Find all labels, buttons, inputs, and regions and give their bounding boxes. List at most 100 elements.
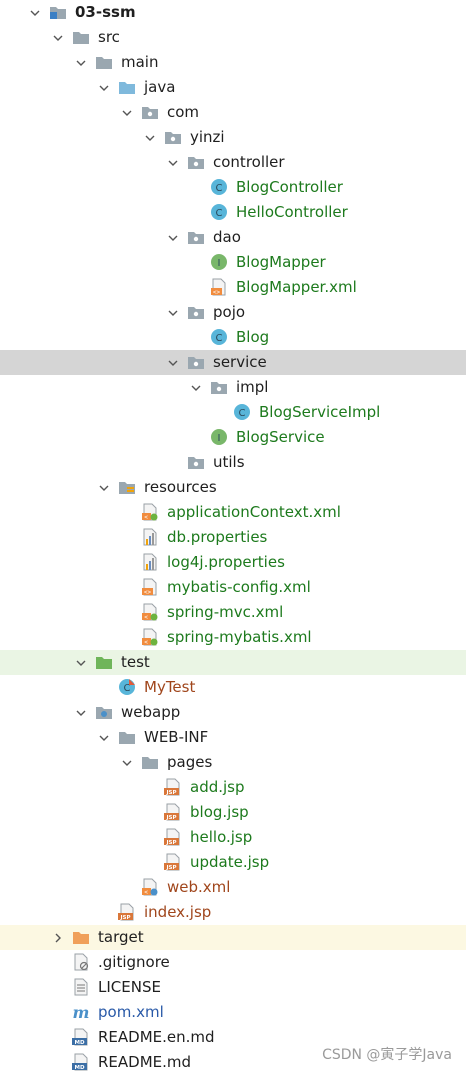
tree-node[interactable]: test <box>0 650 466 675</box>
package-icon <box>187 303 205 321</box>
chevron-down-icon[interactable] <box>120 100 134 125</box>
chevron-down-icon[interactable] <box>166 300 180 325</box>
chevron-down-icon[interactable] <box>166 350 180 375</box>
tree-node-label: blog.jsp <box>190 803 249 821</box>
java-interface-icon: I <box>210 428 228 446</box>
chevron-down-icon[interactable] <box>97 725 111 750</box>
tree-node[interactable]: < spring-mybatis.xml <box>0 625 466 650</box>
tree-node[interactable]: I BlogMapper <box>0 250 466 275</box>
chevron-down-icon[interactable] <box>189 375 203 400</box>
tree-node[interactable]: I BlogService <box>0 425 466 450</box>
tree-node[interactable]: < spring-mvc.xml <box>0 600 466 625</box>
tree-node-label: utils <box>213 453 245 471</box>
web-xml-icon: < <box>141 878 159 896</box>
chevron-down-icon[interactable] <box>74 700 88 725</box>
tree-node[interactable]: WEB-INF <box>0 725 466 750</box>
tree-node-label: target <box>98 928 144 946</box>
chevron-down-icon[interactable] <box>97 75 111 100</box>
tree-node[interactable]: .gitignore <box>0 950 466 975</box>
tree-node-label: MyTest <box>144 678 196 696</box>
svg-text:JSP: JSP <box>165 840 176 846</box>
tree-node[interactable]: utils <box>0 450 466 475</box>
maven-icon: m <box>72 1003 90 1022</box>
tree-node-label: test <box>121 653 150 671</box>
tree-node[interactable]: webapp <box>0 700 466 725</box>
tree-node[interactable]: JSP index.jsp <box>0 900 466 925</box>
tree-node[interactable]: C BlogServiceImpl <box>0 400 466 425</box>
spring-xml-icon: < <box>141 503 159 521</box>
tree-node-label: resources <box>144 478 217 496</box>
package-icon <box>187 353 205 371</box>
tree-node-label: update.jsp <box>190 853 270 871</box>
chevron-down-icon[interactable] <box>120 750 134 775</box>
tree-node[interactable]: <> mybatis-config.xml <box>0 575 466 600</box>
tree-node[interactable]: < web.xml <box>0 875 466 900</box>
tree-node[interactable]: <> BlogMapper.xml <box>0 275 466 300</box>
package-icon <box>164 128 182 146</box>
tree-node-label: dao <box>213 228 241 246</box>
jsp-file-icon: JSP <box>118 903 136 921</box>
tree-node[interactable]: yinzi <box>0 125 466 150</box>
tree-node-label: README.en.md <box>98 1028 215 1046</box>
chevron-down-icon[interactable] <box>74 650 88 675</box>
package-icon <box>187 453 205 471</box>
tree-node[interactable]: log4j.properties <box>0 550 466 575</box>
svg-text:JSP: JSP <box>119 915 130 921</box>
svg-text:I: I <box>218 258 221 269</box>
svg-text:<: < <box>144 889 148 896</box>
tree-node[interactable]: pojo <box>0 300 466 325</box>
tree-node[interactable]: service <box>0 350 466 375</box>
tree-node[interactable]: src <box>0 25 466 50</box>
properties-file-icon <box>141 528 159 546</box>
tree-node-label: BlogServiceImpl <box>259 403 381 421</box>
chevron-right-icon[interactable] <box>51 925 65 950</box>
tree-node[interactable]: JSP hello.jsp <box>0 825 466 850</box>
svg-text:<: < <box>144 639 148 646</box>
chevron-down-icon[interactable] <box>51 25 65 50</box>
excluded-folder-icon <box>72 928 90 946</box>
tree-node[interactable]: LICENSE <box>0 975 466 1000</box>
svg-text:I: I <box>218 433 221 444</box>
tree-node[interactable]: pages <box>0 750 466 775</box>
tree-node[interactable]: C Blog <box>0 325 466 350</box>
tree-node[interactable]: target <box>0 925 466 950</box>
chevron-down-icon[interactable] <box>97 475 111 500</box>
tree-node[interactable]: db.properties <box>0 525 466 550</box>
package-icon <box>210 378 228 396</box>
tree-node[interactable]: JSP blog.jsp <box>0 800 466 825</box>
tree-node-label: spring-mybatis.xml <box>167 628 312 646</box>
chevron-down-icon[interactable] <box>166 150 180 175</box>
chevron-down-icon[interactable] <box>143 125 157 150</box>
tree-node[interactable]: dao <box>0 225 466 250</box>
tree-node[interactable]: com <box>0 100 466 125</box>
svg-text:JSP: JSP <box>165 815 176 821</box>
tree-node[interactable]: main <box>0 50 466 75</box>
chevron-down-icon[interactable] <box>166 225 180 250</box>
tree-node-label: hello.jsp <box>190 828 253 846</box>
svg-text:JSP: JSP <box>165 790 176 796</box>
test-class-icon: C <box>118 678 136 696</box>
tree-node[interactable]: JSP update.jsp <box>0 850 466 875</box>
tree-node[interactable]: controller <box>0 150 466 175</box>
svg-text:<: < <box>144 514 148 521</box>
tree-node[interactable]: resources <box>0 475 466 500</box>
tree-node[interactable]: C BlogController <box>0 175 466 200</box>
chevron-down-icon[interactable] <box>74 50 88 75</box>
svg-text:<>: <> <box>213 289 221 296</box>
tree-node[interactable]: m pom.xml <box>0 1000 466 1025</box>
jsp-file-icon: JSP <box>164 853 182 871</box>
tree-node[interactable]: 03-ssm <box>0 0 466 25</box>
tree-node-label: mybatis-config.xml <box>167 578 311 596</box>
xml-file-icon: <> <box>141 578 159 596</box>
tree-node[interactable]: JSP add.jsp <box>0 775 466 800</box>
tree-node-label: applicationContext.xml <box>167 503 341 521</box>
tree-node[interactable]: < applicationContext.xml <box>0 500 466 525</box>
chevron-down-icon[interactable] <box>28 0 42 25</box>
tree-node[interactable]: java <box>0 75 466 100</box>
test-folder-icon <box>95 653 113 671</box>
tree-node-label: index.jsp <box>144 903 212 921</box>
tree-node[interactable]: impl <box>0 375 466 400</box>
tree-node[interactable]: C MyTest <box>0 675 466 700</box>
tree-node-label: .gitignore <box>98 953 170 971</box>
tree-node[interactable]: C HelloController <box>0 200 466 225</box>
